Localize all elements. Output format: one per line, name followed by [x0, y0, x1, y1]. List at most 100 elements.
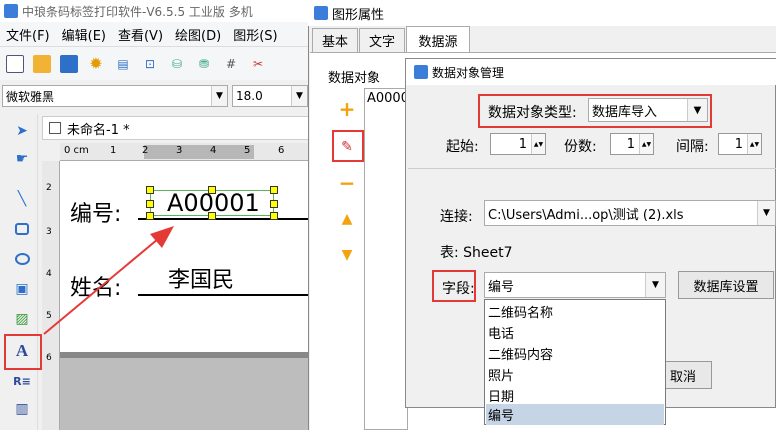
spin-arrows-icon[interactable]: ▲▼ [747, 134, 761, 154]
resize-handle[interactable] [270, 212, 278, 220]
toolbar: ✹ ▤ ⊡ ⛁ ⛃ # ✂ [0, 46, 310, 80]
ruler-tick: 2 [142, 145, 149, 156]
pan-icon[interactable]: ☛ [11, 148, 33, 170]
app-icon [4, 4, 18, 18]
horizontal-ruler: 0 cm 1 2 3 4 5 6 [60, 143, 308, 161]
name-label: 姓名: [70, 276, 122, 301]
interval-value: 1 [734, 136, 743, 152]
add-icon[interactable]: + [336, 97, 358, 121]
resize-handle[interactable] [270, 200, 278, 208]
resize-handle[interactable] [146, 200, 154, 208]
chevron-down-icon[interactable]: ▼ [211, 86, 227, 106]
main-title-bar: 中琅条码标签打印软件-V6.5.5 工业版 多机 [0, 0, 310, 22]
dropdown-option[interactable]: 二维码内容 [486, 343, 664, 364]
dialog-title-bar: 数据对象管理 [406, 59, 776, 85]
chevron-down-icon[interactable]: ▼ [645, 273, 665, 297]
interval-spinner[interactable]: 1 ▲▼ [718, 133, 762, 155]
resize-handle[interactable] [208, 212, 216, 220]
ellipse-tool-icon[interactable] [11, 248, 33, 270]
menu-view[interactable]: 查看(V) [112, 25, 169, 44]
database-settings-icon[interactable]: ⛃ [195, 55, 213, 73]
spin-arrows-icon[interactable]: ▲▼ [639, 134, 653, 154]
ruler-tick: 3 [176, 145, 183, 156]
tab-label: 数据源 [418, 34, 458, 50]
resize-handle[interactable] [208, 186, 216, 194]
new-file-icon[interactable] [6, 54, 24, 73]
dropdown-option[interactable]: 照片 [486, 364, 664, 385]
ruler-selection [144, 145, 254, 159]
ruler-unit: 0 cm [64, 145, 89, 156]
name-underline [138, 294, 308, 296]
database-settings-button[interactable]: 数据库设置 [678, 271, 774, 299]
dropdown-option[interactable]: 二维码名称 [486, 301, 664, 322]
chevron-down-icon[interactable]: ▼ [291, 86, 307, 106]
font-name-combo[interactable]: 微软雅黑 ▼ [2, 85, 228, 107]
menu-edit[interactable]: 编辑(E) [56, 25, 112, 44]
spin-arrows-icon[interactable]: ▲▼ [531, 134, 545, 154]
chevron-down-icon[interactable]: ▼ [757, 201, 775, 225]
chevron-down-icon[interactable]: ▼ [687, 99, 707, 121]
pointer-icon[interactable]: ➤ [11, 120, 33, 142]
list-item[interactable]: A0000 [367, 91, 405, 106]
data-object-type-select[interactable]: 数据库导入 ▼ [588, 98, 708, 122]
settings-gear-icon[interactable]: ✹ [87, 54, 105, 73]
tab-basic[interactable]: 基本 [312, 28, 358, 52]
database-icon[interactable]: ⛁ [168, 55, 186, 73]
dropdown-option-selected[interactable]: 编号 [486, 404, 664, 425]
dialog-separator [408, 168, 776, 169]
resize-handle[interactable] [270, 186, 278, 194]
interval-label: 间隔: [676, 139, 709, 155]
barcode-tool-icon[interactable]: ▥ [11, 398, 33, 420]
properties-title: 图形属性 [332, 7, 385, 23]
copies-spinner[interactable]: 1 ▲▼ [610, 133, 654, 155]
print-icon[interactable]: ▤ [114, 55, 132, 73]
resize-handle[interactable] [146, 186, 154, 194]
connection-select[interactable]: C:\Users\Admi...op\测试 (2).xls ▼ [484, 200, 776, 226]
field-select[interactable]: 编号 ▼ [484, 272, 666, 298]
ruler-tick: 3 [46, 227, 52, 237]
ruler-tick: 4 [210, 145, 217, 156]
document-tab[interactable]: 未命名-1 * [42, 116, 310, 140]
data-object-list[interactable]: A0000 [364, 88, 408, 430]
move-down-icon[interactable]: ▼ [336, 244, 358, 266]
copies-label: 份数: [564, 139, 597, 155]
tab-text[interactable]: 文字 [359, 28, 405, 52]
menu-draw[interactable]: 绘图(D) [169, 25, 227, 44]
grid-icon[interactable]: # [222, 55, 240, 73]
remove-icon[interactable]: − [336, 171, 358, 195]
dropdown-option[interactable]: 日期 [486, 385, 664, 406]
image-tool-icon[interactable]: ▣ [11, 278, 33, 300]
cut-icon[interactable]: ✂ [249, 55, 267, 73]
properties-title-bar: 图形属性 [308, 0, 776, 26]
tab-datasource[interactable]: 数据源 [406, 26, 470, 53]
move-up-icon[interactable]: ▲ [336, 208, 358, 230]
font-size-combo[interactable]: 18.0 ▼ [232, 85, 308, 107]
left-toolbox: ➤ ☛ ╲ ▣ ▨ A R≡ ▥ [4, 114, 38, 430]
vertical-ruler: 2 3 4 5 6 [42, 161, 60, 430]
main-title: 中琅条码标签打印软件-V6.5.5 工业版 多机 [22, 4, 253, 19]
rich-text-tool-icon[interactable]: R≡ [11, 370, 33, 392]
dialog-title: 数据对象管理 [432, 65, 505, 80]
picture-tool-icon[interactable]: ▨ [11, 308, 33, 330]
line-tool-icon[interactable]: ╲ [11, 188, 33, 210]
data-object-type-value: 数据库导入 [592, 104, 658, 120]
print-preview-icon[interactable]: ⊡ [141, 55, 159, 73]
dropdown-option[interactable]: 电话 [486, 322, 664, 343]
menu-file[interactable]: 文件(F) [0, 25, 56, 44]
ruler-tick: 5 [46, 311, 52, 321]
menu-shape[interactable]: 图形(S) [227, 25, 283, 44]
number-label: 编号: [70, 202, 122, 227]
edit-button-highlight [332, 130, 364, 162]
open-folder-icon[interactable] [33, 54, 51, 73]
connection-value: C:\Users\Admi...op\测试 (2).xls [488, 207, 684, 223]
number-underline [138, 218, 308, 220]
button-label: 取消 [669, 369, 696, 385]
resize-handle[interactable] [146, 212, 154, 220]
start-spinner[interactable]: 1 ▲▼ [490, 133, 546, 155]
font-size-value: 18.0 [236, 89, 263, 103]
font-bar: 微软雅黑 ▼ 18.0 ▼ [0, 82, 310, 110]
save-icon[interactable] [60, 54, 78, 73]
app-icon [314, 6, 328, 20]
rectangle-tool-icon[interactable] [11, 218, 33, 240]
copies-value: 1 [626, 136, 635, 152]
